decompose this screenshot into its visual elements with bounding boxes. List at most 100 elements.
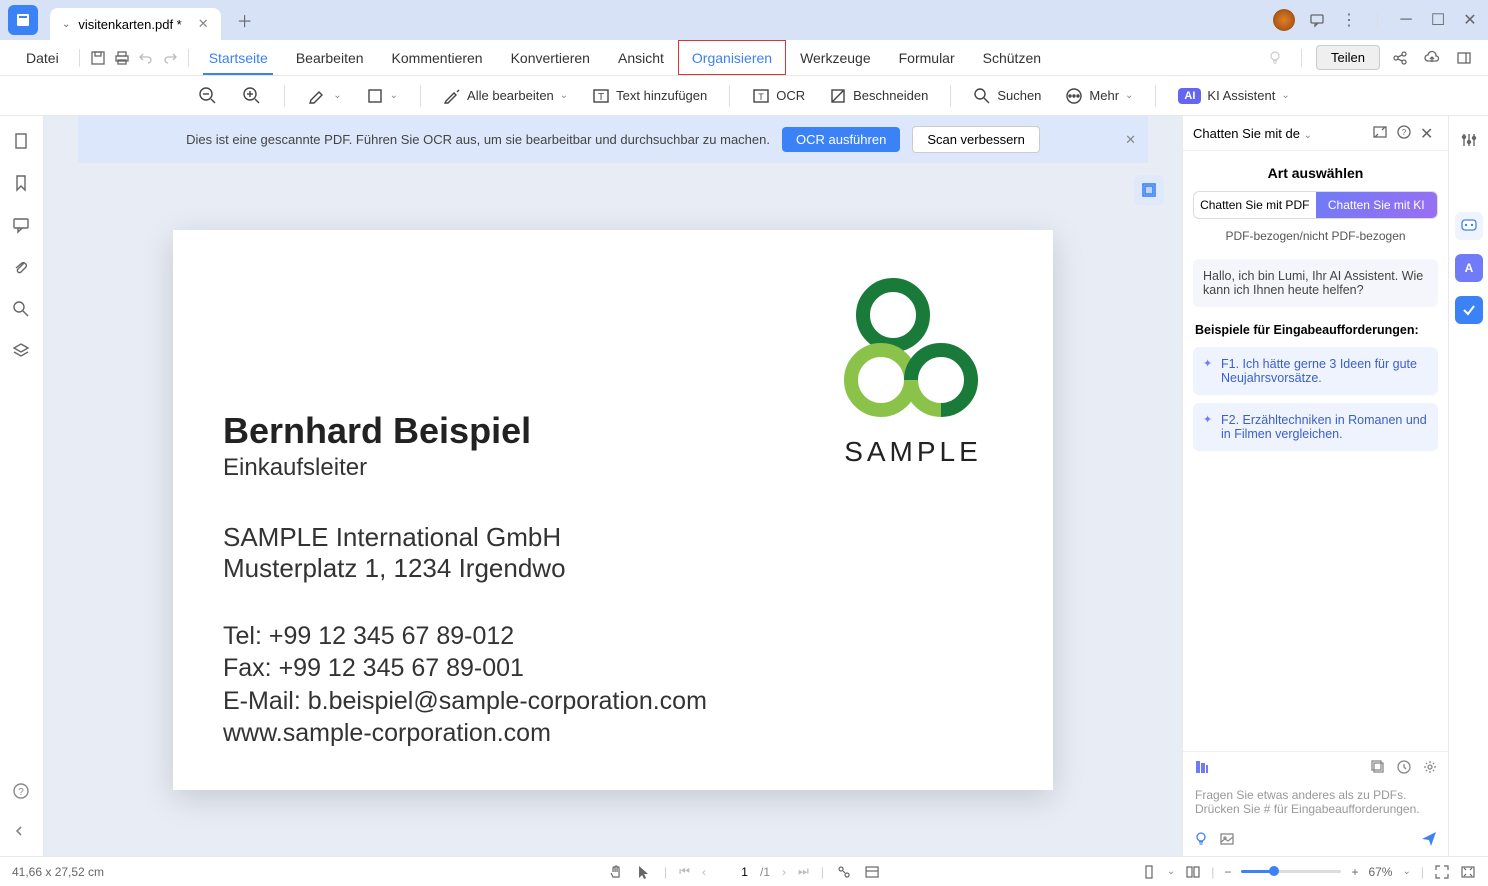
- cloud-upload-icon[interactable]: [1420, 46, 1444, 70]
- add-text-button[interactable]: TText hinzufügen: [582, 83, 717, 109]
- menu-ansicht[interactable]: Ansicht: [604, 40, 678, 75]
- ai-example-2[interactable]: F2. Erzähltechniken in Romanen und in Fi…: [1193, 403, 1438, 451]
- print-icon[interactable]: [110, 46, 134, 70]
- menu-schuetzen[interactable]: Schützen: [969, 40, 1055, 75]
- reading-mode-icon[interactable]: [864, 864, 880, 880]
- ai-history-icon[interactable]: [1396, 759, 1412, 775]
- minimize-button[interactable]: ─: [1396, 10, 1416, 30]
- view-continuous-icon[interactable]: [1185, 864, 1201, 880]
- toggle-chat-ki[interactable]: Chatten Sie mit KI: [1316, 192, 1438, 218]
- panel-toggle-icon[interactable]: [1452, 46, 1476, 70]
- fit-page-icon[interactable]: [1434, 864, 1450, 880]
- thumbnails-icon[interactable]: [12, 132, 32, 152]
- right-rail: A: [1448, 116, 1488, 856]
- ai-copy-icon[interactable]: [1370, 759, 1386, 775]
- more-vertical-icon[interactable]: ⋮: [1339, 10, 1359, 30]
- view-single-icon[interactable]: [1141, 864, 1157, 880]
- zoom-out-status[interactable]: −: [1224, 865, 1231, 879]
- scan-improve-button[interactable]: Scan verbessern: [912, 126, 1040, 153]
- comments-icon[interactable]: [12, 216, 32, 236]
- shape-tool[interactable]: ⌄: [356, 83, 408, 109]
- redo-icon[interactable]: [158, 46, 182, 70]
- rail-translate-icon[interactable]: A: [1455, 254, 1483, 282]
- close-window-button[interactable]: ✕: [1460, 10, 1480, 30]
- first-page-button[interactable]: ⏮: [679, 864, 690, 879]
- menu-bearbeiten[interactable]: Bearbeiten: [282, 40, 378, 75]
- card-company: SAMPLE International GmbH: [223, 522, 1003, 553]
- toggle-chat-pdf[interactable]: Chatten Sie mit PDF: [1194, 192, 1316, 218]
- page-number-input[interactable]: [718, 865, 748, 879]
- menu-bar: Datei Startseite Bearbeiten Kommentieren…: [0, 40, 1488, 76]
- ocr-button[interactable]: TOCR: [742, 83, 815, 109]
- zoom-in-status[interactable]: +: [1351, 865, 1358, 879]
- more-button[interactable]: Mehr⌄: [1055, 83, 1143, 109]
- ai-send-button[interactable]: [1420, 830, 1438, 848]
- comment-icon[interactable]: [1307, 10, 1327, 30]
- menu-file[interactable]: Datei: [12, 40, 73, 75]
- rail-chat-icon[interactable]: [1455, 212, 1483, 240]
- document-tab[interactable]: ⌄ visitenkarten.pdf * ✕: [50, 8, 221, 40]
- rail-sliders-icon[interactable]: [1455, 126, 1483, 154]
- zoom-out-button[interactable]: [188, 82, 228, 110]
- ai-expand-icon[interactable]: [1372, 124, 1390, 142]
- banner-close-icon[interactable]: ✕: [1125, 132, 1136, 148]
- new-tab-button[interactable]: ＋: [237, 8, 253, 32]
- ai-subtitle: Art auswählen: [1183, 151, 1448, 191]
- app-logo[interactable]: [8, 5, 38, 35]
- ocr-run-button[interactable]: OCR ausführen: [782, 127, 900, 152]
- save-icon[interactable]: [86, 46, 110, 70]
- menu-werkzeuge[interactable]: Werkzeuge: [786, 40, 885, 75]
- ai-library-icon[interactable]: [1193, 758, 1211, 776]
- share-link-icon[interactable]: [1388, 46, 1412, 70]
- ai-input-placeholder[interactable]: Fragen Sie etwas anderes als zu PDFs. Dr…: [1183, 782, 1448, 822]
- fullscreen-icon[interactable]: [1460, 864, 1476, 880]
- zoom-slider[interactable]: [1241, 870, 1341, 873]
- ai-help-icon[interactable]: ?: [1396, 124, 1414, 142]
- last-page-button[interactable]: ⏭: [798, 864, 809, 879]
- search-nav-icon[interactable]: [12, 300, 32, 320]
- bookmarks-icon[interactable]: [12, 174, 32, 194]
- tab-close-icon[interactable]: ✕: [198, 16, 209, 32]
- user-avatar[interactable]: [1273, 9, 1295, 31]
- search-button[interactable]: Suchen: [963, 83, 1051, 109]
- ai-settings-icon[interactable]: [1422, 759, 1438, 775]
- crop-button[interactable]: Beschneiden: [819, 83, 938, 109]
- zoom-in-button[interactable]: [232, 82, 272, 110]
- view-options-icon[interactable]: ⌄: [1167, 866, 1175, 877]
- attachments-icon[interactable]: [12, 258, 32, 278]
- layers-icon[interactable]: [12, 342, 32, 362]
- cursor-tool-icon[interactable]: [636, 864, 652, 880]
- share-button[interactable]: Teilen: [1316, 45, 1380, 70]
- ai-close-icon[interactable]: ✕: [1420, 124, 1438, 142]
- undo-icon[interactable]: [134, 46, 158, 70]
- scroll-mode-icon[interactable]: [836, 864, 852, 880]
- highlight-tool[interactable]: ⌄: [297, 82, 351, 110]
- ai-lightbulb-icon[interactable]: [1193, 831, 1209, 847]
- card-address: Musterplatz 1, 1234 Irgendwo: [223, 553, 1003, 584]
- ocr-banner: Dies ist eine gescannte PDF. Führen Sie …: [78, 116, 1148, 163]
- left-sidebar: ?: [0, 116, 44, 856]
- edit-all-button[interactable]: Alle bearbeiten⌄: [433, 83, 578, 109]
- menu-formular[interactable]: Formular: [885, 40, 969, 75]
- svg-text:?: ?: [18, 787, 24, 798]
- menu-kommentieren[interactable]: Kommentieren: [378, 40, 497, 75]
- business-card-page[interactable]: SAMPLE Bernhard Beispiel Einkaufsleiter …: [173, 230, 1053, 790]
- lightbulb-icon[interactable]: [1263, 46, 1287, 70]
- hand-tool-icon[interactable]: [608, 864, 624, 880]
- ai-example-1[interactable]: F1. Ich hätte gerne 3 Ideen für gute Neu…: [1193, 347, 1438, 395]
- tab-dropdown-icon[interactable]: ⌄: [62, 19, 70, 30]
- select-all-icon[interactable]: [1134, 175, 1164, 205]
- company-logo: SAMPLE: [833, 270, 993, 468]
- menu-konvertieren[interactable]: Konvertieren: [497, 40, 604, 75]
- next-page-button[interactable]: ›: [782, 865, 786, 879]
- rail-check-icon[interactable]: [1455, 296, 1483, 324]
- ai-assistant-button[interactable]: AIKI Assistent⌄: [1168, 84, 1299, 108]
- ai-dropdown[interactable]: Chatten Sie mit de ⌄: [1193, 126, 1366, 141]
- menu-startseite[interactable]: Startseite: [195, 40, 282, 75]
- maximize-button[interactable]: ☐: [1428, 10, 1448, 30]
- ai-image-icon[interactable]: [1219, 831, 1235, 847]
- collapse-icon[interactable]: [12, 824, 32, 844]
- help-icon[interactable]: ?: [12, 782, 32, 802]
- menu-organisieren[interactable]: Organisieren: [678, 40, 786, 75]
- prev-page-button[interactable]: ‹: [702, 865, 706, 879]
